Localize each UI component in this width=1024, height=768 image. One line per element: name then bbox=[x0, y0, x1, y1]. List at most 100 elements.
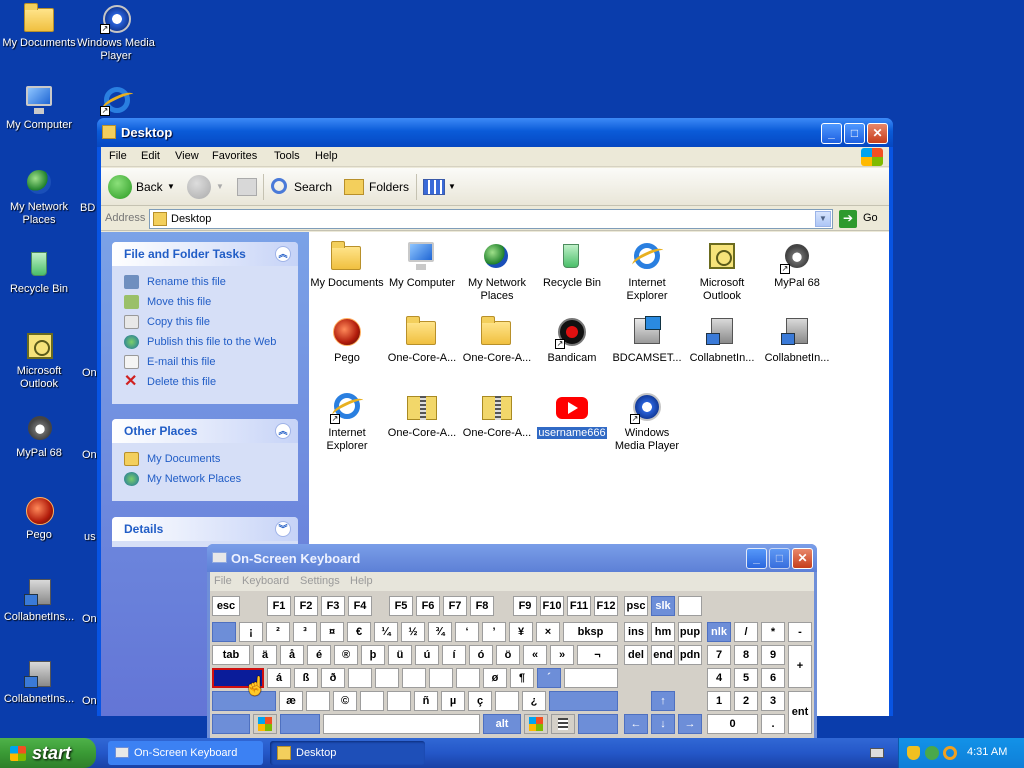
key-f2[interactable]: F2 bbox=[294, 596, 318, 616]
key-f7[interactable]: F7 bbox=[443, 596, 467, 616]
desktop-icon-internet-explorer[interactable]: ↗ bbox=[77, 84, 155, 118]
key-numlock[interactable]: nlk bbox=[707, 622, 731, 642]
key-3[interactable]: ³ bbox=[293, 622, 317, 642]
key-num-minus[interactable]: - bbox=[788, 622, 812, 642]
network-icon[interactable] bbox=[925, 746, 939, 760]
task-email-file[interactable]: E-mail this file bbox=[112, 352, 298, 372]
desktop-icon-my-network-places[interactable]: My Network Places bbox=[0, 166, 78, 227]
panel-header[interactable]: Details ︾ bbox=[112, 517, 298, 541]
key-pgdn[interactable]: pdn bbox=[678, 645, 702, 665]
menu-view[interactable]: View bbox=[175, 150, 199, 162]
go-button[interactable]: Go bbox=[863, 212, 878, 224]
key-6[interactable]: ¼ bbox=[374, 622, 398, 642]
task-rename-file[interactable]: Rename this file bbox=[112, 272, 298, 292]
menu-tools[interactable]: Tools bbox=[274, 150, 300, 162]
file-item-internet-explorer[interactable]: Internet Explorer bbox=[609, 240, 685, 303]
key-0[interactable]: ’ bbox=[482, 622, 506, 642]
file-item-one-core-zip[interactable]: One-Core-A... bbox=[459, 390, 535, 440]
file-item-collabnet[interactable]: CollabnetIn... bbox=[759, 315, 835, 365]
key-num-enter[interactable]: ent bbox=[788, 691, 812, 734]
back-arrow-icon[interactable] bbox=[108, 175, 132, 199]
key-l[interactable]: ø bbox=[483, 668, 507, 688]
osk-close-button[interactable]: ✕ bbox=[792, 548, 813, 569]
rename-textbox[interactable]: username666 bbox=[536, 426, 608, 440]
desktop-icon-my-computer[interactable]: My Computer bbox=[0, 84, 78, 132]
key-t[interactable]: þ bbox=[361, 645, 385, 665]
menu-favorites[interactable]: Favorites bbox=[212, 150, 257, 162]
views-icon[interactable] bbox=[423, 179, 445, 195]
key-arrow-down[interactable]: ↓ bbox=[651, 714, 675, 734]
key-c[interactable]: © bbox=[333, 691, 357, 711]
minimize-button[interactable]: _ bbox=[821, 123, 842, 144]
file-item-pego[interactable]: Pego bbox=[309, 315, 385, 365]
osk-title-bar[interactable]: On-Screen Keyboard _ □ ✕ bbox=[207, 544, 817, 572]
key-f3[interactable]: F3 bbox=[321, 596, 345, 616]
desktop-icon-collabnet-2[interactable]: CollabnetIns... bbox=[0, 658, 78, 706]
osk-menu-settings[interactable]: Settings bbox=[300, 575, 340, 587]
key-w[interactable]: å bbox=[280, 645, 304, 665]
key-minus[interactable]: ¥ bbox=[509, 622, 533, 642]
forward-arrow-icon[interactable] bbox=[187, 175, 211, 199]
file-item-one-core-folder[interactable]: One-Core-A... bbox=[384, 315, 460, 365]
key-arrow-up[interactable]: ↑ bbox=[651, 691, 675, 711]
key-home[interactable]: hm bbox=[651, 622, 675, 642]
key-pgup[interactable]: pup bbox=[678, 622, 702, 642]
key-tab[interactable]: tab bbox=[212, 645, 250, 665]
file-item-windows-media-player[interactable]: ↗ Windows Media Player bbox=[609, 390, 685, 453]
key-2[interactable]: ² bbox=[266, 622, 290, 642]
key-semicolon[interactable]: ¶ bbox=[510, 668, 534, 688]
panel-header[interactable]: File and Folder Tasks ︽ bbox=[112, 242, 298, 266]
key-equals[interactable]: × bbox=[536, 622, 560, 642]
key-ins[interactable]: ins bbox=[624, 622, 648, 642]
task-publish-web[interactable]: Publish this file to the Web bbox=[112, 332, 298, 352]
up-folder-icon[interactable] bbox=[237, 178, 257, 196]
folders-button[interactable]: Folders bbox=[369, 176, 409, 198]
key-f11[interactable]: F11 bbox=[567, 596, 591, 616]
key-num-decimal[interactable]: . bbox=[761, 714, 785, 734]
key-num-2[interactable]: 2 bbox=[734, 691, 758, 711]
maximize-button[interactable]: □ bbox=[844, 123, 865, 144]
key-end[interactable]: end bbox=[651, 645, 675, 665]
file-item-my-network-places[interactable]: My Network Places bbox=[459, 240, 535, 303]
key-num-9[interactable]: 9 bbox=[761, 645, 785, 665]
key-left-windows[interactable] bbox=[253, 714, 277, 734]
address-dropdown-icon[interactable]: ▼ bbox=[815, 211, 831, 227]
file-item-one-core-folder[interactable]: One-Core-A... bbox=[459, 315, 535, 365]
key-enter[interactable] bbox=[564, 668, 618, 688]
key-7[interactable]: ½ bbox=[401, 622, 425, 642]
key-1[interactable]: ¡ bbox=[239, 622, 263, 642]
close-button[interactable]: ✕ bbox=[867, 123, 888, 144]
key-slash[interactable]: ¿ bbox=[522, 691, 546, 711]
forward-dropdown-icon[interactable]: ▼ bbox=[216, 176, 224, 198]
key-num-7[interactable]: 7 bbox=[707, 645, 731, 665]
desktop-icon-recycle-bin[interactable]: Recycle Bin bbox=[0, 248, 78, 296]
key-f12[interactable]: F12 bbox=[594, 596, 618, 616]
key-i[interactable]: í bbox=[442, 645, 466, 665]
key-4[interactable]: ¤ bbox=[320, 622, 344, 642]
key-b[interactable] bbox=[387, 691, 411, 711]
key-8[interactable]: ¾ bbox=[428, 622, 452, 642]
key-g[interactable] bbox=[375, 668, 399, 688]
desktop-icon-my-documents[interactable]: My Documents bbox=[0, 2, 78, 50]
osk-menu-help[interactable]: Help bbox=[350, 575, 373, 587]
key-num-divide[interactable]: / bbox=[734, 622, 758, 642]
key-f10[interactable]: F10 bbox=[540, 596, 564, 616]
key-k[interactable] bbox=[456, 668, 480, 688]
key-f1[interactable]: F1 bbox=[267, 596, 291, 616]
menu-file[interactable]: File bbox=[109, 150, 127, 162]
osk-menu-file[interactable]: File bbox=[214, 575, 232, 587]
key-x[interactable] bbox=[306, 691, 330, 711]
task-move-file[interactable]: Move this file bbox=[112, 292, 298, 312]
desktop-icon-mypal-68[interactable]: MyPal 68 bbox=[0, 412, 78, 460]
key-lbracket[interactable]: « bbox=[523, 645, 547, 665]
back-button[interactable]: Back bbox=[136, 176, 163, 198]
key-pause[interactable] bbox=[678, 596, 702, 616]
task-copy-file[interactable]: Copy this file bbox=[112, 312, 298, 332]
osk-maximize-button[interactable]: □ bbox=[769, 548, 790, 569]
start-button[interactable]: start bbox=[0, 738, 96, 768]
key-num-6[interactable]: 6 bbox=[761, 668, 785, 688]
file-item-username666-selected[interactable]: username666 bbox=[534, 390, 610, 440]
key-u[interactable]: ú bbox=[415, 645, 439, 665]
go-arrow-icon[interactable]: ➔ bbox=[839, 210, 857, 228]
key-del[interactable]: del bbox=[624, 645, 648, 665]
